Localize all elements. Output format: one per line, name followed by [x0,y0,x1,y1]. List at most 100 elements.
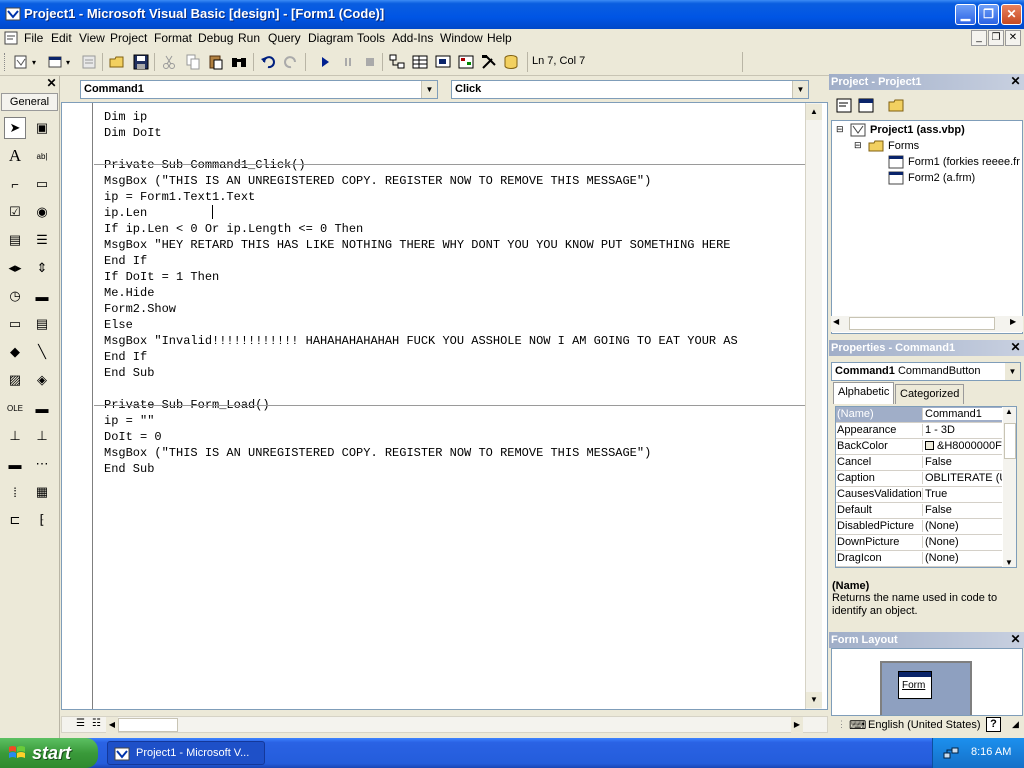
scroll-up-icon[interactable]: ▲ [1005,407,1013,416]
minimize-button[interactable]: ▁ [955,4,976,25]
property-row[interactable]: Appearance 1 - 3D [836,423,1002,439]
procedure-view-icon[interactable]: ☰ [76,718,85,729]
language-bar-grip-icon[interactable]: ⋮ [837,719,846,730]
tool-extra-2-icon[interactable]: ⊥ [4,425,26,447]
project-root-label[interactable]: Project1 (ass.vbp) [870,124,965,136]
cut-icon[interactable] [160,53,178,71]
chevron-down-icon[interactable]: ▼ [792,81,808,98]
menu-file[interactable]: File [24,31,43,45]
tool-timer-icon[interactable]: ◷ [4,285,26,307]
break-icon[interactable] [339,53,357,71]
tool-label-icon[interactable]: A [4,145,26,167]
menu-project[interactable]: Project [110,31,147,45]
add-project-icon[interactable] [12,53,30,71]
start-button[interactable]: start [0,738,98,768]
form-layout-icon[interactable] [434,53,452,71]
toolbox-icon[interactable] [480,53,498,71]
property-row[interactable]: CausesValidation True [836,487,1002,503]
paste-icon[interactable] [207,53,225,71]
tool-shape-icon[interactable]: ◆ [4,341,26,363]
taskbar-item-visual-basic[interactable]: Project1 - Microsoft V... [107,741,265,765]
scroll-thumb[interactable] [1004,423,1016,459]
project-tree[interactable]: ⊟ Project1 (ass.vbp) ⊟ Forms Form1 (fork… [831,120,1023,334]
tool-extra-4-icon[interactable]: ▬ [4,453,26,475]
property-value[interactable]: False [922,456,1002,468]
layout-form-preview[interactable]: Form [898,671,932,699]
scroll-left-icon[interactable]: ◀ [106,717,118,733]
properties-scrollbar[interactable]: ▲ ▼ [1003,407,1016,567]
project-horizontal-scrollbar[interactable]: ◀ ▶ [831,316,1023,332]
save-icon[interactable] [132,53,150,71]
tool-hscrollbar-icon[interactable]: ◂▸ [4,257,26,279]
menu-query[interactable]: Query [268,31,301,45]
chevron-down-icon[interactable]: ▼ [421,81,437,98]
property-row[interactable]: (Name) Command1 [836,407,1002,423]
scroll-right-icon[interactable]: ▶ [1010,317,1016,326]
procedure-combo[interactable]: Click ▼ [451,80,809,99]
menu-tools[interactable]: Tools [357,31,385,45]
language-bar-options-icon[interactable]: ◢ [1012,719,1019,730]
vertical-scrollbar[interactable]: ▲ ▼ [805,103,822,709]
property-value[interactable]: True [922,488,1002,500]
menu-add-ins[interactable]: Add-Ins [392,31,433,45]
mdi-restore-button[interactable]: ❐ [988,30,1004,46]
tool-extra-9-icon[interactable]: ⁅ [31,509,53,531]
property-row[interactable]: Default False [836,503,1002,519]
tool-vscrollbar-icon[interactable]: ⇕ [31,257,53,279]
redo-icon[interactable] [282,53,300,71]
menu-debug[interactable]: Debug [198,31,233,45]
data-view-icon[interactable] [502,53,520,71]
undo-icon[interactable] [259,53,277,71]
mdi-minimize-button[interactable]: _ [971,30,987,46]
object-browser-icon[interactable] [457,53,475,71]
menu-view[interactable]: View [79,31,105,45]
menu-format[interactable]: Format [154,31,192,45]
tool-line-icon[interactable]: ╲ [31,341,53,363]
tab-categorized[interactable]: Categorized [895,384,965,404]
tool-dirlistbox-icon[interactable]: ▭ [4,313,26,335]
tool-filelistbox-icon[interactable]: ▤ [31,313,53,335]
menu-window[interactable]: Window [440,31,483,45]
scroll-up-icon[interactable]: ▲ [806,104,822,120]
property-value[interactable]: False [922,504,1002,516]
code-editor[interactable]: Dim ip Dim DoIt Private Sub Command1_Cli… [61,102,828,710]
properties-object-combo[interactable]: Command1 CommandButton ▼ [831,362,1021,381]
tool-combobox-icon[interactable]: ▤ [4,229,26,251]
toolbar-grip[interactable] [4,53,7,71]
project-item-form2[interactable]: Form2 (a.frm) [908,172,975,184]
mdi-close-button[interactable]: ✕ [1005,30,1021,46]
restore-button[interactable]: ❐ [978,4,999,25]
menu-run[interactable]: Run [238,31,260,45]
close-button[interactable]: ✕ [1001,4,1022,25]
tool-extra-5-icon[interactable]: ⋯ [31,453,53,475]
title-bar[interactable]: Project1 - Microsoft Visual Basic [desig… [0,0,1024,29]
scroll-thumb[interactable] [849,317,995,330]
collapse-icon[interactable]: ⊟ [836,124,844,135]
code-window-icon[interactable] [4,31,18,45]
tool-pointer-icon[interactable]: ➤ [4,117,26,139]
tool-textbox-icon[interactable]: ab| [31,145,53,167]
toggle-folders-icon[interactable] [887,97,905,114]
tool-commandbutton-icon[interactable]: ▭ [31,173,53,195]
scroll-thumb[interactable] [118,718,178,732]
project-panel-close-button[interactable]: ✕ [1009,75,1022,88]
horizontal-scrollbar[interactable]: ☰ ☷ ◀ ▶ [61,716,828,733]
properties-grid[interactable]: (Name) Command1 Appearance 1 - 3D BackColo… [835,406,1017,568]
copy-icon[interactable] [184,53,202,71]
properties-icon[interactable] [411,53,429,71]
tool-extra-7-icon[interactable]: ▦ [31,481,53,503]
view-object-icon[interactable] [857,97,875,114]
open-icon[interactable] [108,53,126,71]
collapse-icon[interactable]: ⊟ [854,140,862,151]
help-icon[interactable]: ? [986,717,1001,732]
tool-checkbox-icon[interactable]: ☑ [4,201,26,223]
tool-picturebox-icon[interactable]: ▣ [31,117,53,139]
code-margin[interactable] [62,103,93,709]
property-value[interactable]: OBLITERATE (UI [922,472,1002,484]
full-module-view-icon[interactable]: ☷ [92,718,101,729]
property-value[interactable]: (None) [922,536,1002,548]
form-layout-panel-title[interactable]: Form Layout ✕ [829,632,1024,648]
tab-alphabetic[interactable]: Alphabetic [833,382,895,404]
start-icon[interactable] [316,53,334,71]
toolbox-close-button[interactable]: ✕ [45,77,58,90]
